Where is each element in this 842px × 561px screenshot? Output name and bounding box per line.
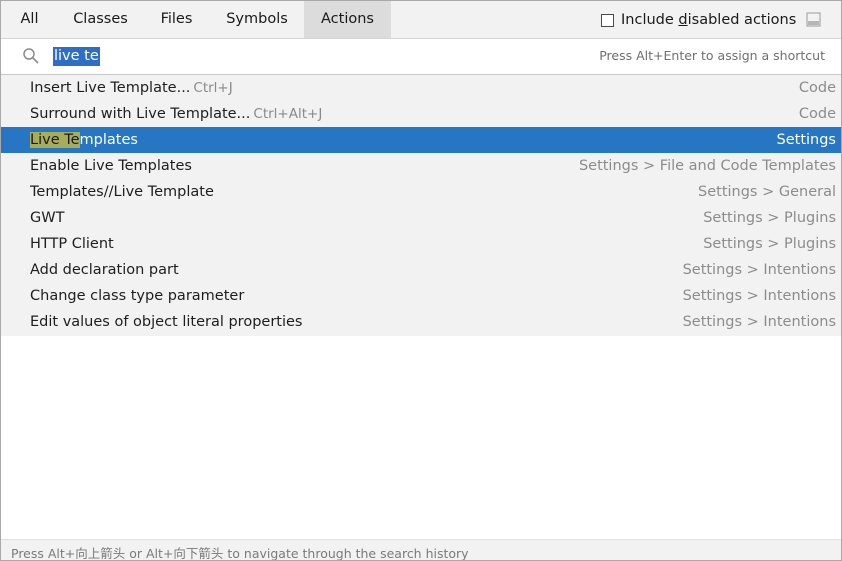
preview-panel-icon[interactable]	[806, 12, 821, 27]
list-item[interactable]: Templates//Live Template Settings > Gene…	[1, 179, 841, 205]
search-icon	[23, 48, 39, 64]
list-item[interactable]: Edit values of object literal properties…	[1, 309, 841, 335]
item-category: Settings > Plugins	[703, 236, 836, 252]
list-item[interactable]: Add declaration part Settings > Intentio…	[1, 257, 841, 283]
item-name: Edit values of object literal properties	[30, 314, 303, 330]
item-category: Settings > Intentions	[682, 314, 836, 330]
item-name: GWT	[30, 210, 65, 226]
list-item[interactable]: Enable Live Templates Settings > File an…	[1, 153, 841, 179]
match-highlight: Live Te	[30, 132, 80, 148]
list-item[interactable]: GWT Settings > Plugins	[1, 205, 841, 231]
list-item[interactable]: HTTP Client Settings > Plugins	[1, 231, 841, 257]
item-category: Settings > Intentions	[682, 288, 836, 304]
status-footer: Press Alt+向上箭头 or Alt+向下箭头 to navigate t…	[1, 539, 841, 561]
search-input[interactable]: live te	[53, 47, 100, 66]
item-shortcut: Ctrl+Alt+J	[253, 106, 323, 122]
results-list: Insert Live Template... Ctrl+J Code Surro…	[1, 75, 841, 336]
include-disabled-actions[interactable]: Include disabled actions	[601, 11, 796, 29]
item-category: Settings > File and Code Templates	[578, 158, 836, 174]
list-item-selected[interactable]: Live Templates Settings	[1, 127, 841, 153]
item-name: HTTP Client	[30, 236, 114, 252]
include-disabled-checkbox[interactable]	[601, 13, 614, 27]
item-name: Insert Live Template...	[30, 80, 191, 96]
list-item[interactable]: Surround with Live Template... Ctrl+Alt+J…	[1, 101, 841, 127]
tab-bar: All Classes Files Symbols Actions Includ…	[1, 1, 841, 39]
item-category: Settings > Intentions	[682, 262, 836, 278]
item-name: Templates//Live Template	[30, 184, 214, 200]
include-disabled-label: Include disabled actions	[621, 12, 797, 28]
item-category: Settings > Plugins	[703, 210, 836, 226]
item-category: Code	[798, 106, 836, 122]
item-category: Settings	[776, 132, 836, 148]
item-name: Change class type parameter	[30, 288, 245, 304]
item-name-rest: mplates	[79, 132, 138, 148]
footer-hint: Press Alt+向上箭头 or Alt+向下箭头 to navigate t…	[11, 546, 469, 561]
item-category: Code	[798, 80, 836, 96]
item-category: Settings > General	[698, 184, 836, 200]
tab-classes[interactable]: Classes	[58, 1, 143, 38]
list-item[interactable]: Change class type parameter Settings > I…	[1, 283, 841, 309]
search-bar: live te Press Alt+Enter to assign a shor…	[1, 39, 841, 75]
tab-files[interactable]: Files	[143, 1, 210, 38]
item-name: Enable Live Templates	[30, 158, 192, 174]
tab-symbols[interactable]: Symbols	[210, 1, 304, 38]
search-everywhere-popup: All Classes Files Symbols Actions Includ…	[0, 0, 842, 561]
shortcut-hint: Press Alt+Enter to assign a shortcut	[599, 48, 825, 63]
item-name: Surround with Live Template...	[30, 106, 251, 122]
item-shortcut: Ctrl+J	[193, 80, 233, 96]
item-name: Add declaration part	[30, 262, 179, 278]
tab-all[interactable]: All	[1, 1, 58, 38]
list-item[interactable]: Insert Live Template... Ctrl+J Code	[1, 75, 841, 101]
tab-actions[interactable]: Actions	[304, 1, 391, 38]
